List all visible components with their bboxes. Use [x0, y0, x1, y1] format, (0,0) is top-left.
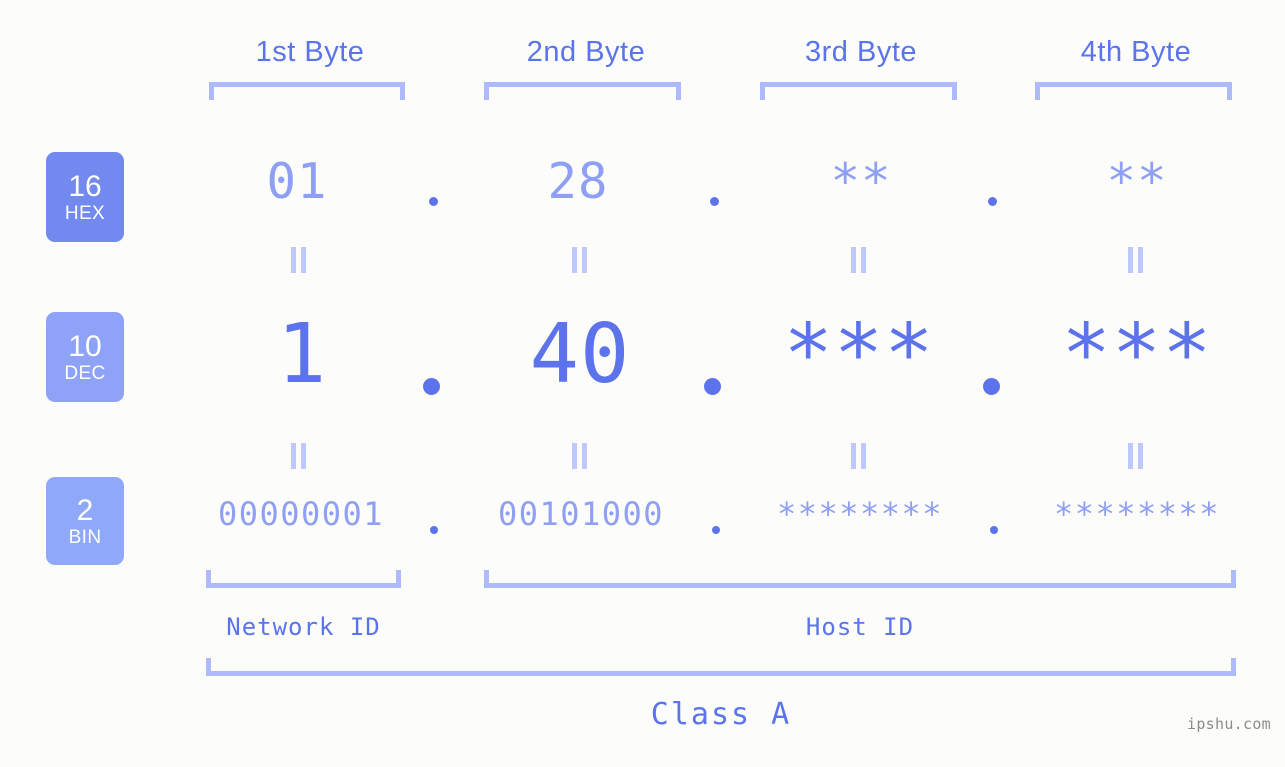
radix-badge-hex: 16 HEX	[46, 152, 124, 242]
dec-octet-3: ***	[783, 307, 935, 402]
site-watermark: ipshu.com	[1187, 715, 1271, 733]
radix-badge-bin-number: 2	[76, 494, 94, 527]
equals-hex-dec-2-icon	[571, 247, 589, 273]
hex-octet-3: **	[830, 153, 892, 210]
bin-dot-2-icon	[712, 526, 720, 534]
equals-dec-bin-3-icon	[850, 443, 868, 469]
equals-hex-dec-4-icon	[1127, 247, 1145, 273]
radix-badge-dec: 10 DEC	[46, 312, 124, 402]
bin-octet-4: ********	[1053, 495, 1221, 533]
equals-dec-bin-2-icon	[571, 443, 589, 469]
bin-octet-2: 00101000	[497, 495, 665, 533]
bin-dot-1-icon	[430, 526, 438, 534]
host-id-bracket-icon	[484, 570, 1236, 588]
bin-dot-3-icon	[990, 526, 998, 534]
radix-badge-dec-unit: DEC	[64, 363, 106, 384]
hex-octet-2: 28	[547, 153, 609, 210]
equals-hex-dec-3-icon	[850, 247, 868, 273]
class-label: Class A	[650, 697, 792, 732]
byte-bracket-2-icon	[484, 82, 681, 100]
byte-header-3: 3rd Byte	[805, 36, 917, 68]
hex-octet-1: 01	[266, 153, 328, 210]
dec-dot-2-icon	[704, 378, 721, 395]
dec-octet-2: 40	[529, 307, 631, 402]
network-id-bracket-icon	[206, 570, 401, 588]
class-bracket-icon	[206, 658, 1236, 676]
equals-dec-bin-4-icon	[1127, 443, 1145, 469]
byte-header-2: 2nd Byte	[526, 36, 646, 68]
network-id-label: Network ID	[226, 613, 381, 641]
dec-dot-3-icon	[983, 378, 1000, 395]
dec-octet-1: 1	[276, 307, 328, 402]
radix-badge-bin: 2 BIN	[46, 477, 124, 565]
host-id-label: Host ID	[805, 613, 915, 641]
hex-dot-3-icon	[988, 197, 997, 206]
byte-header-4: 4th Byte	[1080, 36, 1192, 68]
bin-octet-1: 00000001	[217, 495, 385, 533]
byte-bracket-1-icon	[209, 82, 405, 100]
dec-octet-4: ***	[1061, 307, 1213, 402]
ip-address-breakdown-diagram: 1st Byte 2nd Byte 3rd Byte 4th Byte 16 H…	[0, 0, 1285, 767]
byte-bracket-3-icon	[760, 82, 957, 100]
radix-badge-hex-unit: HEX	[64, 203, 106, 224]
dec-dot-1-icon	[423, 378, 440, 395]
radix-badge-dec-number: 10	[68, 330, 102, 363]
bin-octet-3: ********	[776, 495, 944, 533]
byte-bracket-4-icon	[1035, 82, 1232, 100]
radix-badge-bin-unit: BIN	[68, 527, 102, 548]
equals-hex-dec-1-icon	[290, 247, 308, 273]
hex-octet-4: **	[1106, 153, 1168, 210]
equals-dec-bin-1-icon	[290, 443, 308, 469]
radix-badge-hex-number: 16	[68, 170, 102, 203]
hex-dot-2-icon	[710, 197, 719, 206]
hex-dot-1-icon	[429, 197, 438, 206]
byte-header-1: 1st Byte	[255, 36, 365, 68]
